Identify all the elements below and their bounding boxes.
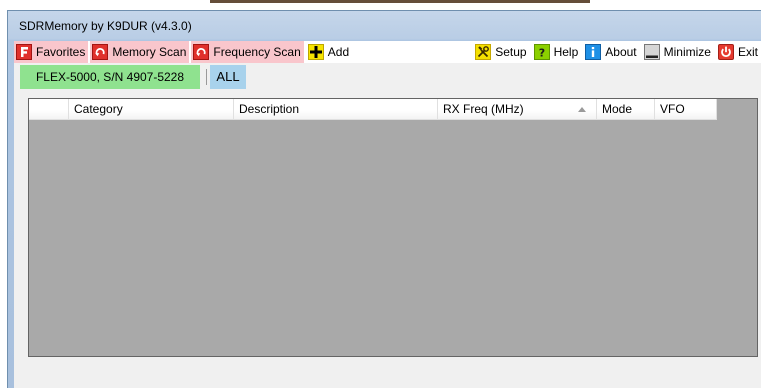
favorites-button[interactable]: Favorites [14,41,89,63]
column-header-category[interactable]: Category [69,99,234,120]
sort-ascending-icon [578,107,586,112]
title-bar[interactable]: SDRMemory by K9DUR (v4.3.0) [8,11,761,39]
memory-scan-icon [92,44,109,60]
frequency-scan-button[interactable]: Frequency Scan [191,41,304,63]
window-title: SDRMemory by K9DUR (v4.3.0) [19,19,192,33]
column-header-vfo[interactable]: VFO [655,99,717,120]
minimize-label: Minimize [663,45,711,59]
toolbar-left-group: Favorites Memory Scan Frequency Scan Add [14,41,352,63]
client-area: Favorites Memory Scan Frequency Scan Add… [14,41,761,388]
help-label: Help [553,45,579,59]
exit-label: Exit [737,45,758,59]
about-label: About [605,45,637,59]
minimize-button[interactable]: Minimize [642,41,714,63]
setup-button[interactable]: Setup [473,41,529,63]
column-header-mode[interactable]: Mode [597,99,655,120]
info-icon [585,44,602,60]
add-button[interactable]: Add [306,41,352,63]
frequency-scan-icon [193,44,210,60]
tab-separator [206,69,207,85]
help-button[interactable]: ? Help [532,41,582,63]
add-label: Add [327,45,350,59]
memory-grid[interactable]: Category Description RX Freq (MHz) Mode … [28,98,758,357]
frequency-scan-label: Frequency Scan [213,45,301,59]
column-header-description[interactable]: Description [234,99,438,120]
grid-header: Category Description RX Freq (MHz) Mode … [29,99,717,120]
tools-icon [475,44,492,60]
toolbar: Favorites Memory Scan Frequency Scan Add… [14,41,761,63]
column-header-rx-freq[interactable]: RX Freq (MHz) [438,99,597,120]
power-icon [717,44,734,60]
radio-tabs: FLEX-5000, S/N 4907-5228 ALL [14,65,761,89]
tab-all[interactable]: ALL [210,65,246,89]
toolbar-right-group: Setup ? Help About Minimize Exit [473,41,761,63]
svg-text:?: ? [538,47,544,60]
app-window: SDRMemory by K9DUR (v4.3.0) Favorites Me… [7,10,761,388]
rx-freq-label: RX Freq (MHz) [443,102,524,116]
favorites-label: Favorites [36,45,86,59]
question-icon: ? [533,44,550,60]
plus-icon [307,44,324,60]
minimize-icon [643,44,660,60]
setup-label: Setup [495,45,527,59]
memory-scan-button[interactable]: Memory Scan [90,41,190,63]
favorites-icon [16,44,32,60]
row-header-corner[interactable] [29,99,69,120]
memory-scan-label: Memory Scan [112,45,187,59]
exit-button[interactable]: Exit [716,41,761,63]
top-accent-line [210,0,590,3]
about-button[interactable]: About [583,41,639,63]
tab-flex-5000[interactable]: FLEX-5000, S/N 4907-5228 [20,65,200,89]
